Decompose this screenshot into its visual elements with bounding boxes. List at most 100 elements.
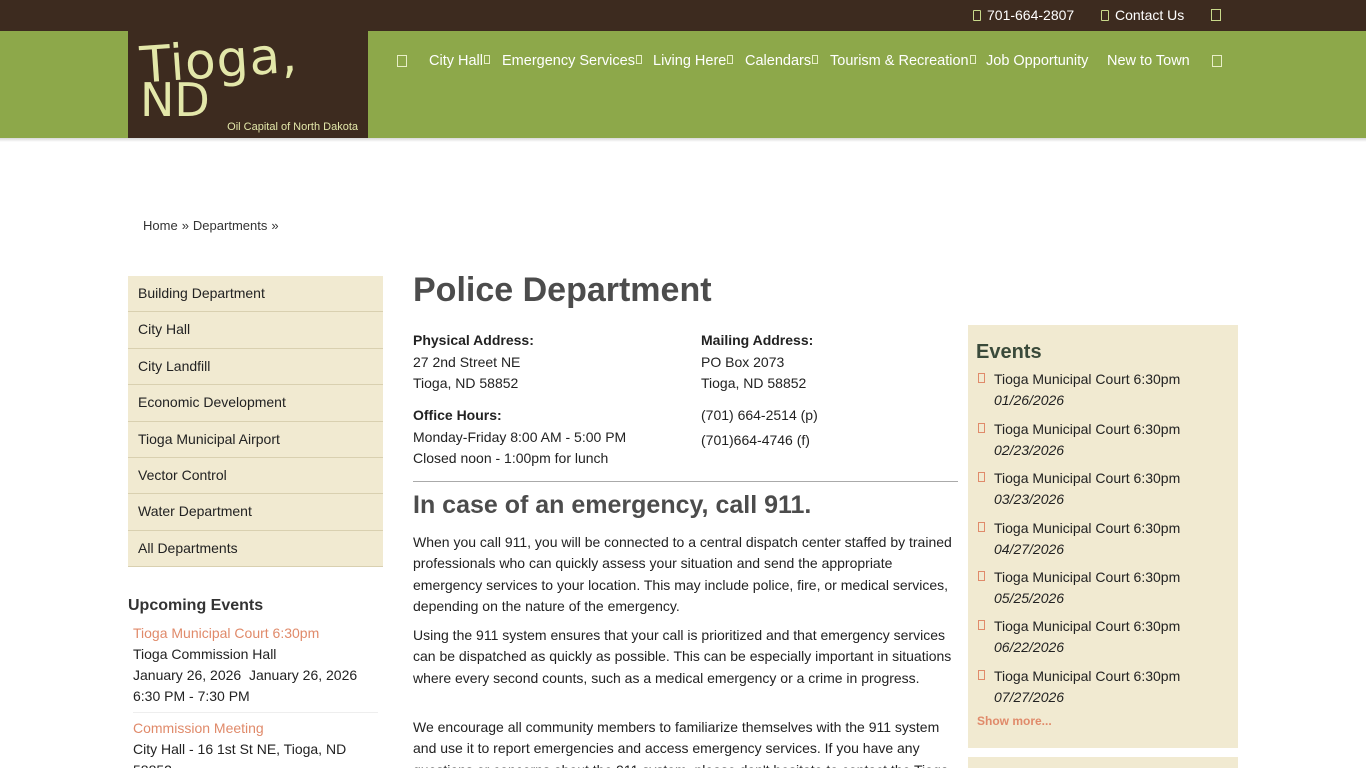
upcoming-event-time: 6:30 PM - 7:30 PM: [133, 688, 250, 704]
phone-number-main[interactable]: (701) 664-2514 (p): [701, 405, 818, 427]
nav-calendars[interactable]: Calendars: [745, 53, 819, 69]
sidebar-item-building[interactable]: Building Department: [128, 276, 383, 313]
calendar-icon: [978, 472, 985, 482]
next-panel: [968, 757, 1238, 768]
event-title: Tioga Municipal Court 6:30pm: [994, 520, 1181, 536]
home-icon[interactable]: [397, 55, 407, 67]
event-item[interactable]: Tioga Municipal Court 6:30pm 07/27/2026: [976, 666, 1231, 707]
sidebar-item-water[interactable]: Water Department: [128, 494, 383, 531]
event-title: Tioga Municipal Court 6:30pm: [994, 470, 1181, 486]
nav-living-here-label: Living Here: [653, 53, 727, 69]
upcoming-event-location: City Hall - 16 1st St NE, Tioga, ND: [133, 741, 347, 757]
paragraph: When you call 911, you will be connected…: [413, 534, 952, 614]
upcoming-event-link[interactable]: Tioga Municipal Court 6:30pm: [133, 623, 378, 644]
office-hours: Office Hours: Monday-Friday 8:00 AM - 5:…: [413, 405, 626, 470]
breadcrumb-separator: »: [181, 218, 189, 233]
contact-us-link[interactable]: Contact Us: [1101, 7, 1184, 23]
nav-emergency-services[interactable]: Emergency Services: [502, 53, 642, 69]
event-date: 07/27/2026: [994, 688, 1065, 705]
show-more-link[interactable]: Show more...: [977, 714, 1052, 728]
sidebar-item-airport[interactable]: Tioga Municipal Airport: [128, 421, 383, 458]
upcoming-events-title: Upcoming Events: [128, 597, 264, 614]
event-item[interactable]: Tioga Municipal Court 6:30pm 01/26/2026: [976, 369, 1231, 410]
event-item[interactable]: Tioga Municipal Court 6:30pm 06/22/2026: [976, 616, 1231, 657]
event-date: 03/23/2026: [994, 490, 1065, 507]
fax-number: (701)664-4746 (f): [701, 432, 810, 448]
event-item[interactable]: Tioga Municipal Court 6:30pm 02/23/2026: [976, 419, 1231, 460]
office-hours-label: Office Hours:: [413, 407, 502, 423]
mailing-address-label: Mailing Address:: [701, 332, 814, 348]
calendar-icon: [978, 373, 985, 383]
event-date: 02/23/2026: [994, 441, 1065, 458]
header-shadow: [0, 138, 1366, 142]
chevron-down-icon: [969, 55, 976, 64]
event-item[interactable]: Tioga Municipal Court 6:30pm 05/25/2026: [976, 567, 1231, 608]
nav-calendars-label: Calendars: [745, 53, 812, 69]
divider: [413, 481, 958, 482]
logo-tagline: Oil Capital of North Dakota: [227, 121, 358, 133]
breadcrumb-home[interactable]: Home: [143, 218, 178, 233]
event-date: 01/26/2026: [994, 391, 1065, 408]
physical-address-line: 27 2nd Street NE: [413, 353, 521, 370]
upcoming-event: Tioga Municipal Court 6:30pm Tioga Commi…: [133, 623, 378, 707]
phone-link[interactable]: 701-664-2807: [973, 7, 1074, 23]
nav-tourism-label: Tourism & Recreation: [830, 53, 969, 69]
event-item[interactable]: Tioga Municipal Court 6:30pm 04/27/2026: [976, 518, 1231, 559]
nav-living-here[interactable]: Living Here: [653, 53, 734, 69]
mailing-address-line: Tioga, ND 58852: [701, 375, 807, 391]
event-title: Tioga Municipal Court 6:30pm: [994, 371, 1181, 387]
search-icon[interactable]: [1211, 9, 1221, 21]
upcoming-event-dates: 58852: [133, 760, 378, 768]
paragraph: We encourage all community members to fa…: [413, 719, 949, 768]
chevron-down-icon: [812, 55, 819, 64]
nav-new-to-town[interactable]: New to Town: [1107, 53, 1190, 69]
event-date: 06/22/2026: [994, 638, 1065, 655]
breadcrumb-separator: »: [271, 218, 279, 233]
department-menu: Building Department City Hall City Landf…: [128, 276, 383, 568]
office-hours-line: Closed noon - 1:00pm for lunch: [413, 450, 609, 466]
nav-emergency-services-label: Emergency Services: [502, 53, 635, 69]
sidebar-item-city-hall[interactable]: City Hall: [128, 312, 383, 349]
upcoming-event-link[interactable]: Commission Meeting: [133, 718, 378, 739]
physical-address-label: Physical Address:: [413, 332, 534, 348]
site-logo[interactable]: Tioga, ND Oil Capital of North Dakota: [128, 26, 368, 138]
top-utility-bar: 701-664-2807 Contact Us: [0, 0, 1366, 31]
calendar-icon: [978, 423, 985, 433]
sidebar-item-vector-control[interactable]: Vector Control: [128, 457, 383, 495]
phone-number: 701-664-2807: [987, 7, 1075, 23]
sidebar-item-landfill[interactable]: City Landfill: [128, 348, 383, 386]
search-icon[interactable]: [1212, 55, 1222, 67]
emergency-heading: In case of an emergency, call 911.: [413, 491, 812, 519]
events-panel: Events Tioga Municipal Court 6:30pm 01/26…: [968, 325, 1238, 748]
event-date: 04/27/2026: [994, 540, 1065, 557]
sidebar-item-economic-development[interactable]: Economic Development: [128, 385, 383, 422]
nav-job-opportunity[interactable]: Job Opportunity: [986, 53, 1088, 69]
event-title: Tioga Municipal Court 6:30pm: [994, 421, 1181, 437]
upcoming-event-dates: January 26, 2026 January 26, 2026: [133, 667, 358, 683]
event-title: Tioga Municipal Court 6:30pm: [994, 668, 1181, 684]
sidebar-item-all-departments[interactable]: All Departments: [128, 530, 383, 568]
mailing-address: Mailing Address: PO Box 2073 Tioga, ND 5…: [701, 330, 813, 395]
divider: [133, 712, 378, 713]
calendar-icon: [978, 571, 985, 581]
nav-city-hall-label: City Hall: [429, 53, 483, 69]
calendar-icon: [978, 670, 985, 680]
upcoming-event-location: Tioga Commission Hall: [133, 646, 277, 662]
breadcrumb-departments[interactable]: Departments: [193, 218, 267, 233]
event-item[interactable]: Tioga Municipal Court 6:30pm 03/23/2026: [976, 468, 1231, 509]
page-title: Police Department: [413, 271, 712, 309]
logo-line-2: ND: [140, 73, 210, 127]
physical-address: Physical Address: 27 2nd Street NE Tioga…: [413, 330, 534, 395]
calendar-icon: [978, 522, 985, 532]
nav-tourism[interactable]: Tourism & Recreation: [830, 53, 976, 69]
chevron-down-icon: [635, 55, 642, 64]
nav-city-hall[interactable]: City Hall: [429, 53, 490, 69]
breadcrumb: Home» Departments»: [143, 218, 283, 233]
mailing-address-line: PO Box 2073: [701, 353, 785, 370]
phone-icon: [973, 10, 981, 21]
upcoming-event: Commission Meeting City Hall - 16 1st St…: [133, 718, 378, 768]
event-title: Tioga Municipal Court 6:30pm: [994, 618, 1181, 634]
envelope-icon: [1101, 10, 1109, 21]
calendar-icon: [978, 620, 985, 630]
chevron-down-icon: [483, 55, 490, 64]
